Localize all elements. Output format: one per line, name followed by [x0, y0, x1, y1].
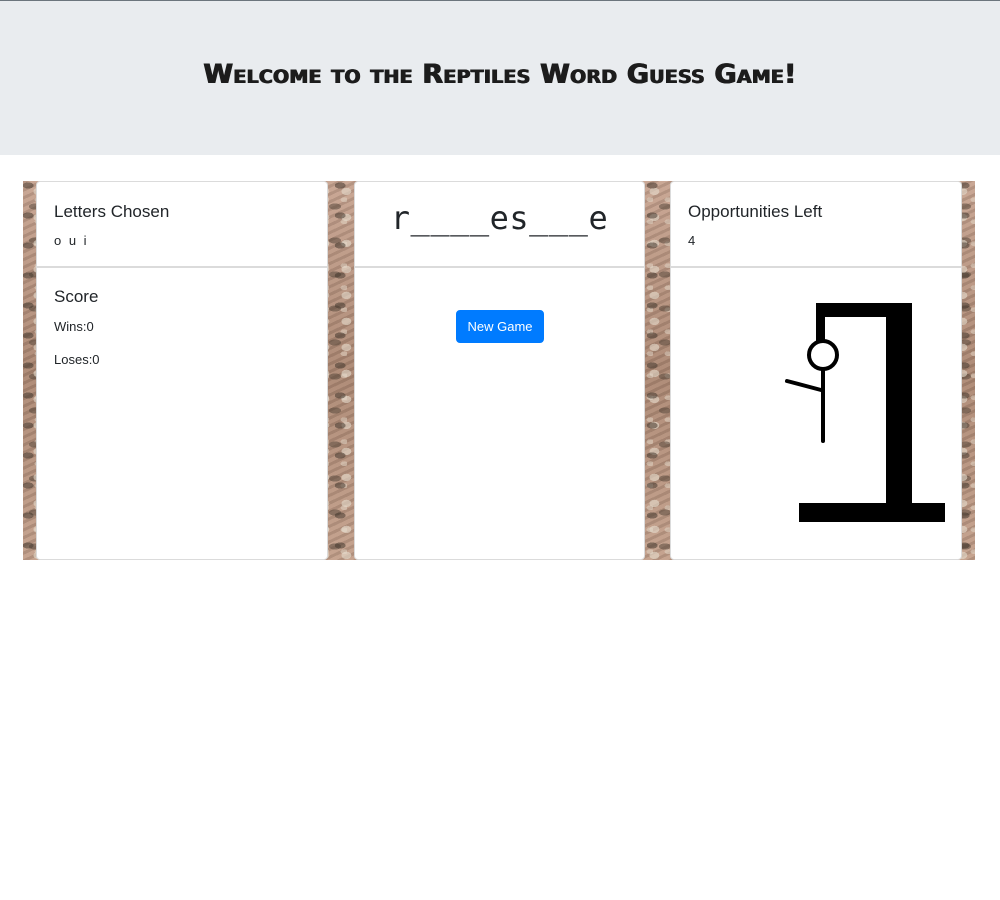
score-title: Score [54, 287, 99, 306]
page-title: Welcome to the Reptiles Word Guess Game! [203, 59, 797, 90]
game-board: Letters Chosen o u i Score Wins:0 Loses:… [23, 181, 975, 560]
letters-chosen-title: Letters Chosen [54, 202, 170, 221]
word-display: r____es___e [390, 199, 609, 237]
gallows-rope [816, 303, 825, 343]
hangman-image [785, 303, 945, 522]
gallows-beam [816, 303, 912, 317]
figure-head [807, 339, 839, 371]
hangman-card [670, 267, 962, 560]
stick-figure-icon [785, 339, 839, 443]
wins-count: Wins:0 [54, 319, 94, 334]
gallows-base [799, 503, 945, 522]
opportunities-title: Opportunities Left [688, 202, 823, 221]
opportunities-value: 4 [688, 233, 696, 248]
new-game-button[interactable]: New Game [456, 310, 544, 343]
letters-chosen-card: Letters Chosen o u i [36, 181, 328, 267]
game-controls-card: New Game [354, 267, 645, 560]
loses-count: Loses:0 [54, 352, 100, 367]
opportunities-card: Opportunities Left 4 [670, 181, 962, 267]
figure-arm [785, 379, 823, 392]
word-card: r____es___e [354, 181, 645, 267]
gallows-icon [799, 303, 945, 522]
header-banner: Welcome to the Reptiles Word Guess Game! [0, 1, 1000, 155]
gallows-post [886, 303, 912, 518]
score-card: Score Wins:0 Loses:0 [36, 267, 328, 560]
letters-chosen-list: o u i [54, 233, 89, 248]
